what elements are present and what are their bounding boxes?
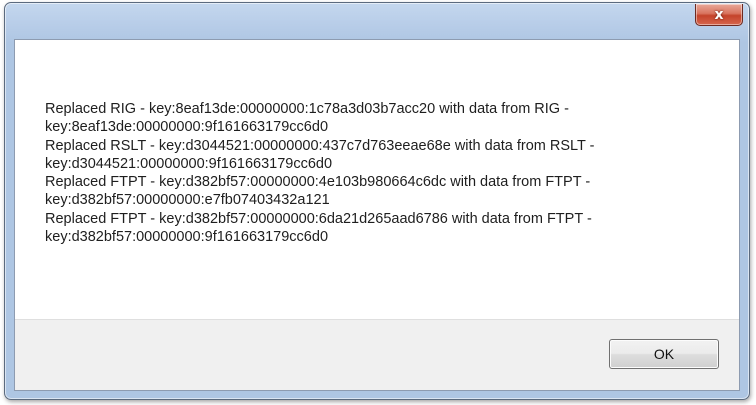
message-line: key:d382bf57:00000000:9f161663179cc6d0 bbox=[45, 229, 329, 246]
message-line: key:8eaf13de:00000000:9f161663179cc6d0 bbox=[45, 119, 329, 136]
dialog-client-area: Replaced RIG - key:8eaf13de:00000000:1c7… bbox=[14, 39, 740, 391]
message-line: Replaced FTPT - key:d382bf57:00000000:6d… bbox=[45, 210, 592, 227]
message-line: Replaced RIG - key:8eaf13de:00000000:1c7… bbox=[45, 101, 569, 117]
message-line: key:d3044521:00000000:9f161663179cc6d0 bbox=[45, 155, 333, 172]
message-line: key:d382bf57:00000000:e7fb07403432a121 bbox=[45, 192, 330, 209]
message-line: Replaced RSLT - key:d3044521:00000000:43… bbox=[45, 137, 595, 154]
ok-button[interactable]: OK bbox=[609, 339, 719, 369]
message-line: Replaced FTPT - key:d382bf57:00000000:4e… bbox=[45, 174, 591, 191]
message-dialog: x Replaced RIG - key:8eaf13de:00000000:1… bbox=[4, 2, 750, 400]
message-text: Replaced RIG - key:8eaf13de:00000000:1c7… bbox=[45, 100, 725, 246]
close-button[interactable]: x bbox=[695, 4, 743, 26]
button-bar: OK bbox=[15, 319, 739, 390]
title-bar[interactable]: x bbox=[5, 3, 749, 43]
close-icon: x bbox=[714, 6, 724, 23]
